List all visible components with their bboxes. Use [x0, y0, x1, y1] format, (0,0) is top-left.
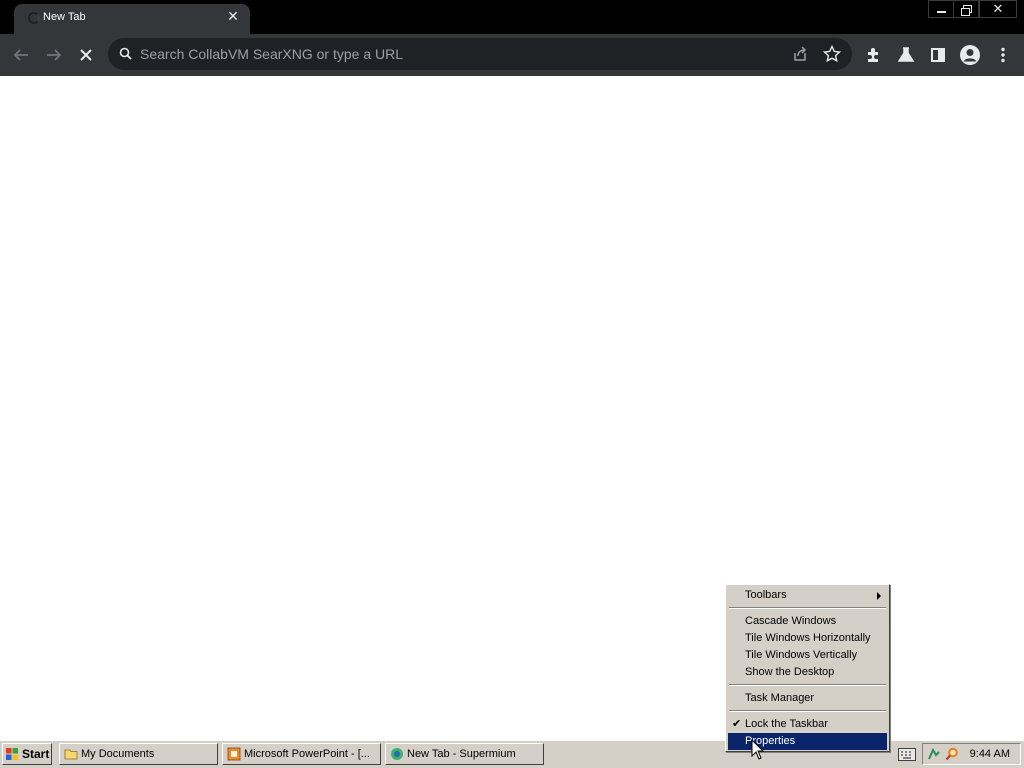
taskbar-button-supermium[interactable]: New Tab - Supermium	[385, 743, 544, 765]
menu-item-show-desktop[interactable]: Show the Desktop	[728, 664, 887, 681]
menu-item-cascade-windows[interactable]: Cascade Windows	[728, 613, 887, 630]
tab-close-icon[interactable]: ✕	[224, 7, 242, 25]
menu-item-task-manager[interactable]: Task Manager	[728, 690, 887, 707]
menu-item-label: Lock the Taskbar	[745, 718, 828, 730]
system-tray: 9:44 AM	[922, 743, 1021, 765]
tab-new-tab[interactable]: New Tab ✕	[14, 4, 250, 34]
mouse-cursor-icon	[751, 738, 765, 761]
folder-icon	[64, 747, 78, 761]
address-input[interactable]	[140, 38, 740, 70]
menu-item-tile-vertically[interactable]: Tile Windows Vertically	[728, 647, 887, 664]
supermium-icon	[390, 747, 404, 761]
close-icon: ✕	[992, 1, 1004, 16]
menu-separator	[729, 607, 886, 609]
menu-item-lock-taskbar[interactable]: ✔ Lock the Taskbar	[728, 716, 887, 733]
close-window-button[interactable]: ✕	[979, 0, 1017, 18]
windows-logo-icon	[5, 747, 19, 761]
powerpoint-icon	[227, 747, 241, 761]
loading-spinner-icon	[28, 12, 40, 24]
search-magnifier-icon[interactable]	[945, 747, 959, 761]
forward-arrow-icon[interactable]	[41, 42, 67, 68]
taskbar-button-label: Microsoft PowerPoint - [...	[244, 748, 370, 760]
browser-titlebar: New Tab ✕ ✕	[0, 0, 1024, 34]
checkmark-icon: ✔	[732, 718, 742, 730]
menu-item-label: Cascade Windows	[745, 615, 837, 627]
menu-item-label: Tile Windows Vertically	[745, 649, 858, 661]
taskbar-context-menu: Toolbars Cascade Windows Tile Windows Ho…	[725, 584, 890, 752]
menu-separator	[729, 710, 886, 712]
submenu-arrow-icon	[877, 592, 881, 600]
menu-item-label: Task Manager	[745, 692, 815, 704]
stop-loading-icon[interactable]	[73, 42, 99, 68]
menu-item-label: Show the Desktop	[745, 666, 835, 678]
menu-item-toolbars[interactable]: Toolbars	[728, 587, 887, 604]
start-button[interactable]: Start	[2, 743, 52, 765]
keyboard-icon[interactable]	[898, 748, 916, 761]
tab-title: New Tab	[43, 11, 86, 23]
menu-item-label: Tile Windows Horizontally	[745, 632, 871, 644]
restore-button[interactable]	[953, 0, 979, 18]
share-icon[interactable]	[790, 44, 810, 64]
clock[interactable]: 9:44 AM	[970, 748, 1010, 760]
labs-flask-icon[interactable]	[893, 42, 919, 68]
taskbar-button-my-documents[interactable]: My Documents	[59, 743, 218, 765]
minimize-icon	[937, 11, 946, 13]
side-panel-icon[interactable]	[925, 42, 951, 68]
menu-kebab-icon[interactable]	[990, 42, 1016, 68]
bookmark-star-icon[interactable]	[822, 44, 842, 64]
taskbar-button-label: New Tab - Supermium	[407, 748, 516, 760]
taskbar-button-powerpoint[interactable]: Microsoft PowerPoint - [...	[222, 743, 381, 765]
search-icon	[118, 46, 134, 62]
profile-avatar-icon[interactable]	[957, 42, 983, 68]
menu-item-label: Toolbars	[745, 589, 787, 601]
address-bar[interactable]	[108, 38, 852, 70]
back-arrow-icon[interactable]	[8, 42, 34, 68]
menu-item-tile-horizontally[interactable]: Tile Windows Horizontally	[728, 630, 887, 647]
start-label: Start	[22, 747, 50, 761]
minimize-button[interactable]	[928, 0, 954, 18]
network-icon[interactable]	[927, 747, 941, 761]
browser-toolbar	[0, 34, 1024, 76]
taskbar-button-label: My Documents	[81, 748, 155, 760]
extensions-icon[interactable]	[861, 42, 887, 68]
menu-separator	[729, 684, 886, 686]
